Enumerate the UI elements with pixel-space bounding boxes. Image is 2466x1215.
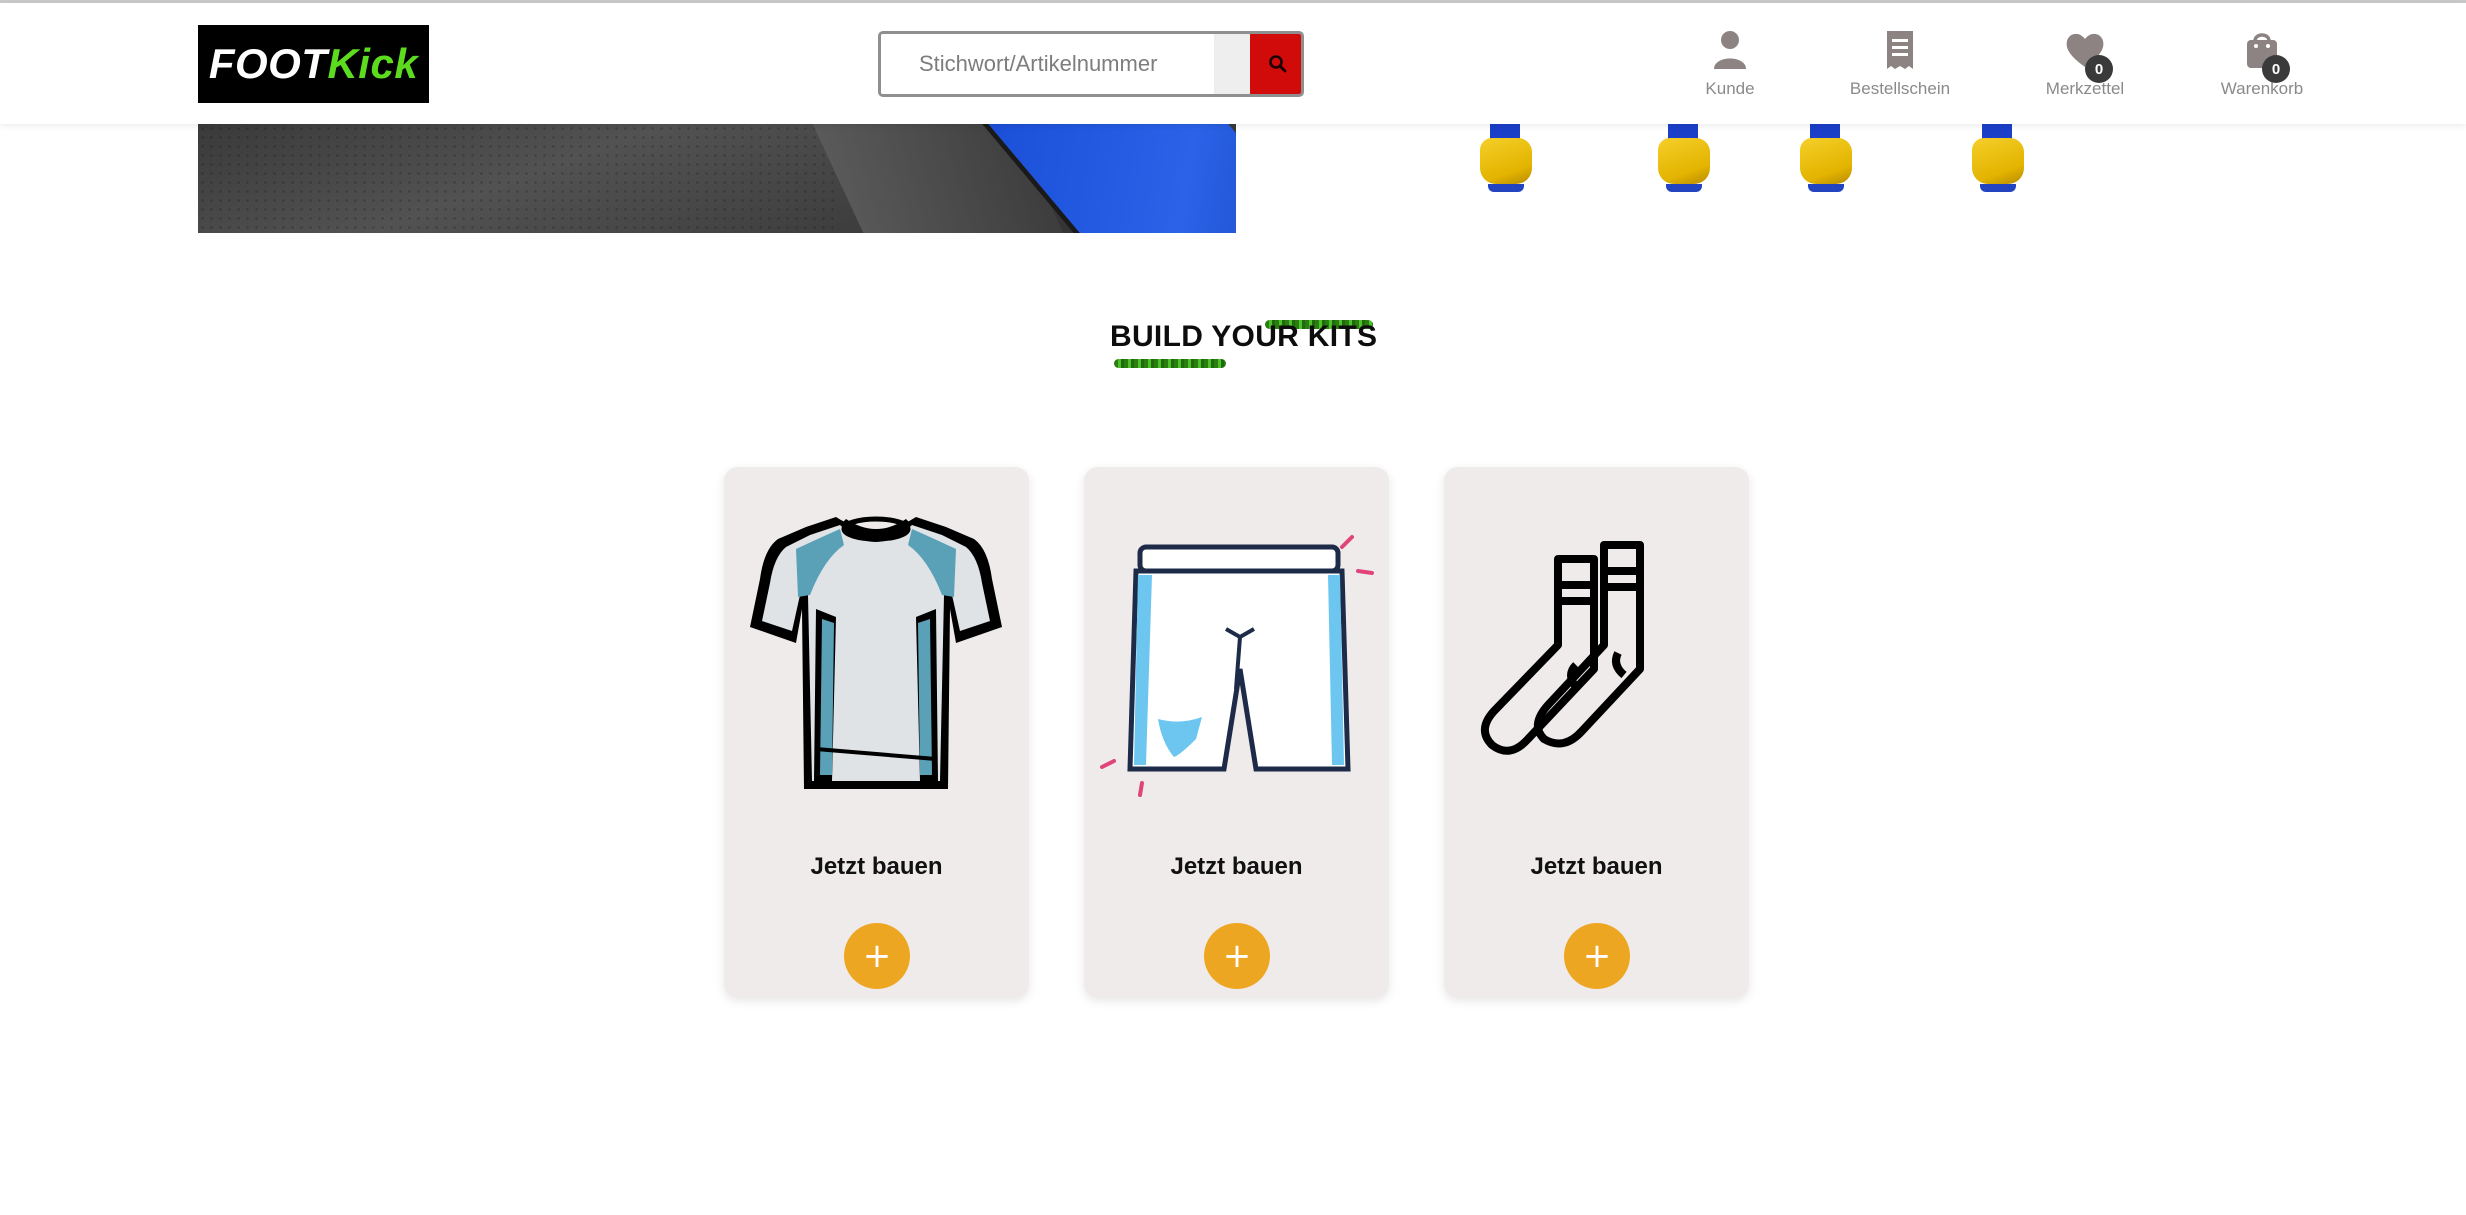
section-title: BUILD YOUR KITS [1110, 320, 1378, 353]
logo-text-foot: FOOT [208, 40, 328, 87]
header-order-form-label: Bestellschein [1849, 79, 1951, 98]
site-header: FOOTKick Kunde [0, 3, 2466, 124]
logo-text-kick: Kick [327, 40, 419, 87]
kit-card-cta[interactable]: Jetzt bauen [1444, 853, 1749, 881]
hero-texture [198, 124, 838, 233]
wishlist-count-badge: 0 [2085, 55, 2113, 83]
heart-icon: 0 [2063, 27, 2113, 83]
add-shorts-button[interactable]: + [1204, 923, 1270, 989]
jersey-icon [736, 499, 1017, 799]
socks-icon [1456, 499, 1737, 799]
search-bar [878, 31, 1304, 97]
header-order-form[interactable]: Bestellschein [1840, 27, 1960, 105]
add-socks-button[interactable]: + [1564, 923, 1630, 989]
header-account[interactable]: Kunde [1670, 27, 1790, 105]
cart-count-badge: 0 [2262, 55, 2290, 83]
kit-card-shorts[interactable]: Jetzt bauen + [1084, 467, 1389, 998]
header-wishlist[interactable]: 0 Merkzettel [2025, 27, 2145, 105]
header-cart-label: Warenkorb [2220, 79, 2304, 98]
boot-image [1798, 124, 1856, 196]
hero-boots-image[interactable] [1460, 124, 2060, 204]
user-icon [1708, 27, 1752, 73]
kit-card-socks[interactable]: Jetzt bauen + [1444, 467, 1749, 998]
shorts-icon [1096, 499, 1377, 799]
search-input-spacer [1214, 34, 1250, 94]
search-button[interactable] [1250, 34, 1301, 94]
header-account-label: Kunde [1705, 79, 1755, 98]
boot-image [1478, 124, 1536, 196]
footkick-logo[interactable]: FOOT Kick [198, 25, 429, 103]
boot-image [1970, 124, 2028, 196]
add-jersey-button[interactable]: + [844, 923, 910, 989]
search-icon [1268, 55, 1286, 73]
boot-image [1656, 124, 1714, 196]
grass-underline-decoration [1114, 359, 1226, 368]
receipt-icon [1878, 27, 1922, 73]
kit-card-cta[interactable]: Jetzt bauen [724, 853, 1029, 881]
header-cart[interactable]: 0 Warenkorb [2202, 27, 2322, 105]
kit-card-cta[interactable]: Jetzt bauen [1084, 853, 1389, 881]
search-input[interactable] [881, 34, 1214, 94]
header-wishlist-label: Merkzettel [2045, 79, 2125, 98]
hero-banner-image[interactable] [198, 124, 1236, 233]
shopping-bag-icon: 0 [2240, 27, 2290, 83]
kit-card-jersey[interactable]: Jetzt bauen + [724, 467, 1029, 998]
